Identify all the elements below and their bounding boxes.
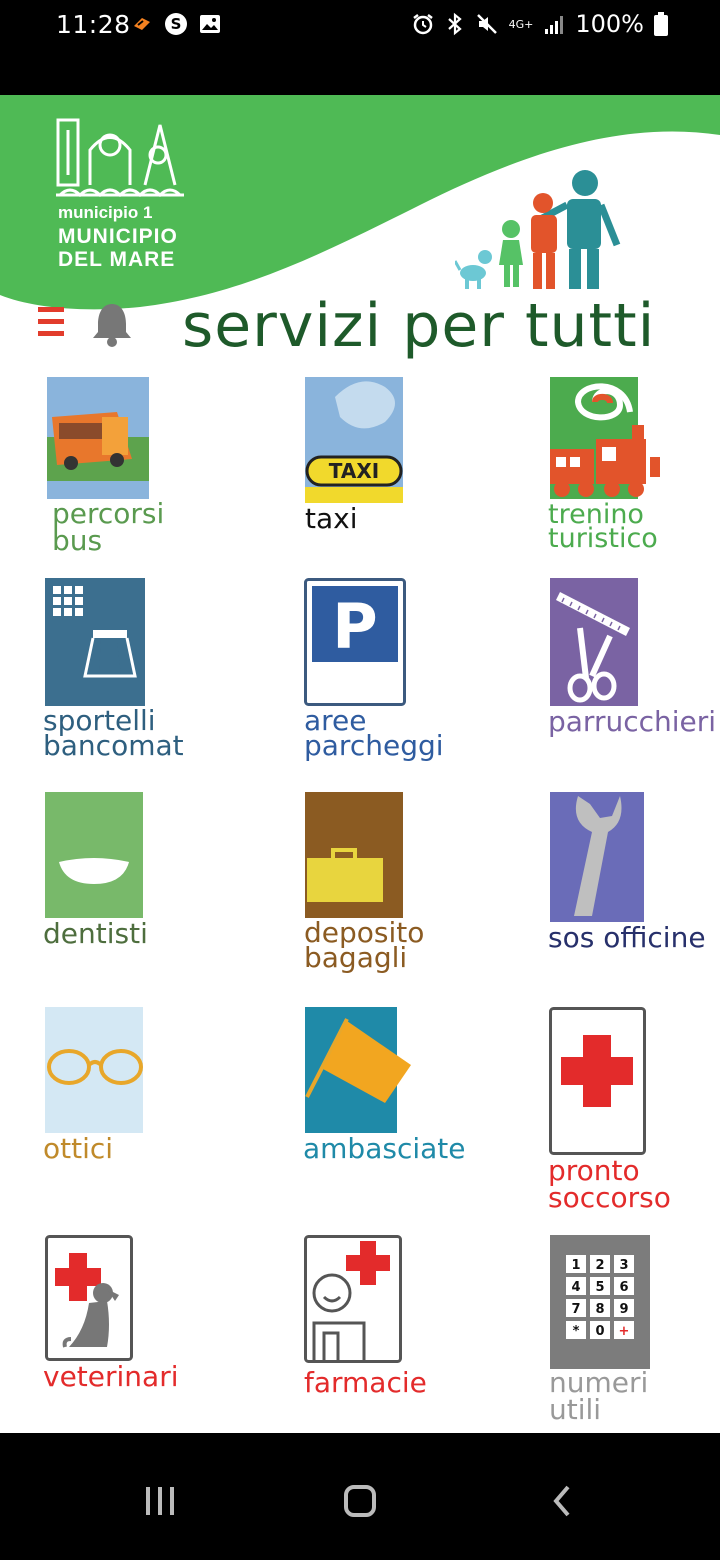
first-aid-icon [549,1007,646,1155]
smile-icon [45,792,143,918]
scissors-comb-icon [550,578,638,706]
service-label: sos officine [548,921,706,954]
glasses-icon [45,1007,143,1133]
app-notification-icon [134,18,150,30]
page-title: servizi per tutti [182,291,656,361]
keypad-key-label: * [573,1324,580,1339]
shazam-icon: S [165,13,187,35]
service-label: deposito bagagli [304,916,425,974]
menu-button[interactable] [38,307,64,341]
keypad-key-label: 7 [571,1302,580,1317]
pharmacy-icon [304,1235,402,1363]
veterinary-icon [45,1235,133,1361]
notification-icons: S [130,12,222,36]
service-label: sportelli bancomat [43,704,184,762]
signal-icon [545,16,564,34]
wrench-icon [550,792,644,922]
keypad-key-label: 6 [619,1280,628,1295]
keypad-key-label: 9 [619,1302,628,1317]
mute-icon [476,14,497,34]
municipio-logo-icon [56,118,184,198]
back-button[interactable] [532,1481,592,1521]
app-screen: municipio 1 MUNICIPIO DEL MARE servizi p… [0,95,720,1433]
parking-sign-text: P [332,590,377,663]
keypad-key-label: 1 [571,1258,580,1273]
image-icon [200,15,220,33]
logo-subtitle: municipio 1 [58,203,153,222]
status-time: 11:28 [56,10,131,39]
family-icon [455,170,621,289]
battery-icon [654,12,668,36]
keypad-key-label: 4 [571,1280,580,1295]
train-icon [550,377,660,499]
parking-icon: P [304,578,406,706]
service-label: veterinari [43,1360,179,1393]
battery-percentage: 100% [575,10,644,38]
flag-icon [305,1007,411,1133]
keypad-key-label: 5 [595,1280,604,1295]
alarm-icon [412,14,433,35]
taxi-icon: TAXI [305,377,403,503]
service-label: aree parcheggi [304,704,444,762]
service-label: pronto soccorso [548,1154,671,1214]
menu-bar [38,307,64,312]
keypad-key-label: 2 [595,1258,604,1273]
menu-bar [38,331,64,336]
navigation-bar [0,1433,720,1560]
system-icons: 4G+ 100% [411,10,668,38]
bus-icon [47,377,149,499]
service-label: ottici [43,1132,114,1165]
network-type: 4G+ [508,17,534,31]
home-button[interactable] [330,1481,390,1521]
service-label: parrucchieri [548,705,717,738]
keypad-key-label: 0 [595,1324,604,1339]
luggage-icon [305,792,403,918]
header: municipio 1 MUNICIPIO DEL MARE servizi p… [0,95,720,365]
service-label: trenino turistico [548,499,658,554]
logo-title-line2: DEL MARE [58,248,176,271]
service-label: dentisti [43,917,148,950]
bell-icon[interactable] [90,300,134,348]
taxi-sign-text: TAXI [329,459,379,483]
keypad-key-label: 8 [595,1302,604,1317]
svg-text:S: S [171,15,182,33]
keypad-key-label: 3 [619,1258,628,1273]
bluetooth-icon [447,12,462,36]
service-label: ambasciate [303,1132,466,1165]
logo-title: MUNICIPIO DEL MARE [58,225,178,271]
keypad-key-label: + [619,1324,630,1339]
menu-bar [38,319,64,324]
service-label: numeri utili [549,1366,649,1426]
recent-apps-button[interactable] [130,1481,190,1521]
logo-title-line1: MUNICIPIO [58,225,178,248]
service-label: taxi [305,502,358,535]
service-label: farmacie [304,1366,427,1399]
service-label: percorsi bus [52,497,165,557]
status-bar: 11:28 S 4G+ 100% [0,0,720,95]
keypad-icon: 1 2 3 4 5 6 7 8 9 * 0 + [550,1235,650,1369]
atm-icon [45,578,145,706]
